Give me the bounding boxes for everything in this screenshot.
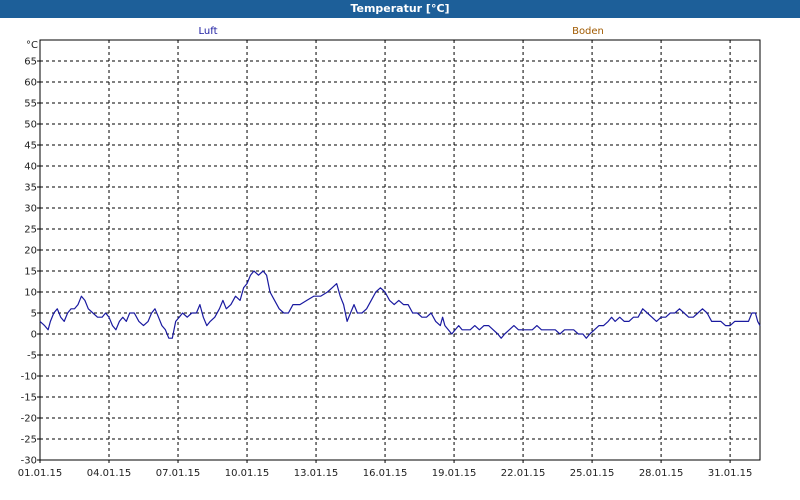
legend-entry-boden: Boden (572, 26, 604, 37)
x-tick-label: 22.01.15 (501, 468, 546, 479)
y-tick-label: 50 (24, 120, 37, 131)
y-tick-label: 55 (24, 99, 37, 110)
y-tick-label: 5 (31, 309, 37, 320)
y-axis-ticks: 65605550454035302520151050-5-10-15-20-25… (21, 57, 40, 467)
y-axis-unit-label: °C (26, 40, 38, 51)
y-tick-label: 25 (24, 225, 37, 236)
y-tick-label: -25 (21, 435, 37, 446)
x-tick-label: 19.01.15 (432, 468, 477, 479)
y-tick-label: 15 (24, 267, 37, 278)
y-tick-label: 30 (24, 204, 37, 215)
legend-entry-luft: Luft (199, 26, 218, 37)
x-tick-label: 31.01.15 (708, 468, 753, 479)
y-tick-label: -10 (21, 372, 37, 383)
y-tick-label: 20 (24, 246, 37, 257)
grid-lines (40, 40, 760, 461)
y-tick-label: 45 (24, 141, 37, 152)
y-tick-label: 40 (24, 162, 37, 173)
y-tick-label: 60 (24, 78, 37, 89)
y-tick-label: 35 (24, 183, 37, 194)
y-tick-label: -30 (21, 456, 37, 467)
x-tick-label: 28.01.15 (639, 468, 684, 479)
y-tick-label: 65 (24, 57, 37, 68)
y-tick-label: 10 (24, 288, 37, 299)
temperature-chart: 65605550454035302520151050-5-10-15-20-25… (18, 26, 761, 479)
x-tick-label: 01.01.15 (18, 468, 63, 479)
y-tick-label: -20 (21, 414, 37, 425)
x-tick-label: 04.01.15 (87, 468, 132, 479)
x-axis-ticks: 01.01.15 04.01.15 07.01.15 10.01.15 13.01.15… (18, 460, 753, 479)
x-tick-label: 10.01.15 (225, 468, 270, 479)
chart-window: Temperatur [°C] 65 60 55 50 45 40 35 30 25 20 15 10… (0, 0, 800, 500)
x-tick-label: 13.01.15 (294, 468, 339, 479)
y-tick-label: -5 (27, 351, 37, 362)
x-tick-label: 25.01.15 (570, 468, 615, 479)
y-tick-label: 0 (31, 330, 37, 341)
x-tick-label: 07.01.15 (156, 468, 201, 479)
y-tick-label: -15 (21, 393, 37, 404)
x-tick-label: 16.01.15 (363, 468, 408, 479)
